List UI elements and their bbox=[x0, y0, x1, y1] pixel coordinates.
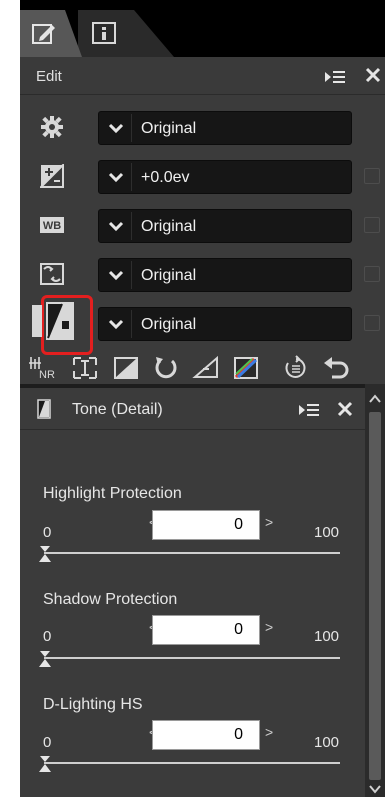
white-balance-checkbox[interactable] bbox=[364, 217, 380, 233]
dropdown-value: Original bbox=[141, 267, 197, 284]
adjust-row-tone-detail: Original bbox=[20, 302, 385, 345]
tone-detail-panel: Tone (Detail) Highlight Protection 0 < >… bbox=[20, 388, 365, 797]
tab-edit[interactable] bbox=[20, 10, 82, 57]
highlight-protection-input[interactable] bbox=[152, 510, 260, 540]
svg-text:NR: NR bbox=[39, 369, 55, 381]
dropdown-separator bbox=[131, 163, 132, 191]
tone-panel-header: Tone (Detail) bbox=[20, 388, 365, 430]
d-lighting-hs-slider[interactable] bbox=[44, 762, 340, 764]
panel-menu-icon[interactable] bbox=[298, 402, 320, 418]
picture-control-dropdown[interactable]: Original bbox=[98, 258, 352, 292]
dropdown-value: Original bbox=[141, 316, 197, 333]
section-label: Shadow Protection bbox=[43, 591, 178, 608]
slider-thumb[interactable] bbox=[38, 755, 52, 773]
edit-panel: Edit Original +0.0ev WB Original Origina… bbox=[20, 57, 385, 384]
picture-control-checkbox[interactable] bbox=[364, 266, 380, 282]
picture-control-icon[interactable] bbox=[40, 262, 64, 286]
range-min: 0 bbox=[43, 734, 52, 751]
tab-bar bbox=[20, 0, 385, 57]
info-icon bbox=[92, 22, 116, 44]
crop-icon[interactable] bbox=[71, 355, 99, 381]
range-min: 0 bbox=[43, 524, 52, 541]
range-max: 100 bbox=[314, 524, 340, 541]
adjust-row-picture-control: Original bbox=[20, 256, 385, 296]
close-icon[interactable] bbox=[364, 66, 382, 84]
adjust-row-white-balance: WB Original bbox=[20, 207, 385, 247]
white-balance-dropdown[interactable]: Original bbox=[98, 209, 352, 243]
chevron-down-icon bbox=[108, 221, 124, 232]
section-label: Highlight Protection bbox=[43, 485, 182, 502]
general-dropdown[interactable]: Original bbox=[98, 111, 352, 145]
shadow-protection-slider[interactable] bbox=[44, 657, 340, 659]
edit-toolbar: NR bbox=[20, 355, 385, 384]
dropdown-value: Original bbox=[141, 120, 197, 137]
range-min: 0 bbox=[43, 628, 52, 645]
tone-panel-title: Tone (Detail) bbox=[72, 401, 163, 418]
chevron-down-icon bbox=[108, 123, 124, 134]
close-icon[interactable] bbox=[336, 400, 354, 418]
edit-panel-title: Edit bbox=[36, 68, 62, 85]
slider-thumb[interactable] bbox=[38, 650, 52, 668]
undo-icon[interactable] bbox=[322, 355, 350, 381]
adjustment-list-icon[interactable] bbox=[282, 355, 310, 381]
white-balance-icon[interactable]: WB bbox=[40, 213, 64, 237]
dropdown-value: +0.0ev bbox=[141, 169, 190, 186]
edit-pencil-icon bbox=[32, 24, 55, 44]
chevron-down-icon bbox=[108, 319, 124, 330]
scroll-thumb[interactable] bbox=[369, 412, 381, 780]
increment-button[interactable]: > bbox=[265, 724, 273, 740]
edit-panel-header: Edit bbox=[20, 57, 385, 95]
rotate-icon[interactable] bbox=[152, 355, 180, 381]
increment-button[interactable]: > bbox=[265, 514, 273, 530]
tone-detail-dropdown[interactable]: Original bbox=[98, 307, 352, 341]
slider-thumb[interactable] bbox=[38, 545, 52, 563]
noise-reduction-icon[interactable]: NR bbox=[28, 355, 56, 381]
adjust-row-exposure: +0.0ev bbox=[20, 158, 385, 198]
scroll-down-icon[interactable] bbox=[369, 784, 381, 794]
section-label: D-Lighting HS bbox=[43, 696, 143, 713]
straighten-icon[interactable] bbox=[192, 355, 220, 381]
tone-panel-scrollbar[interactable] bbox=[365, 384, 385, 797]
shadow-protection-input[interactable] bbox=[152, 615, 260, 645]
chevron-down-icon bbox=[108, 270, 124, 281]
color-adjust-icon[interactable] bbox=[232, 355, 260, 381]
tone-detail-icon bbox=[37, 399, 51, 419]
increment-button[interactable]: > bbox=[265, 619, 273, 635]
exposure-compensation-icon[interactable] bbox=[40, 164, 64, 188]
dropdown-separator bbox=[131, 261, 132, 289]
app-window: Edit Original +0.0ev WB Original Origina… bbox=[0, 0, 385, 797]
d-lighting-hs-input[interactable] bbox=[152, 720, 260, 750]
chevron-down-icon bbox=[108, 172, 124, 183]
dropdown-separator bbox=[131, 212, 132, 240]
range-max: 100 bbox=[314, 734, 340, 751]
highlight-protection-slider[interactable] bbox=[44, 552, 340, 554]
dropdown-separator bbox=[131, 114, 132, 142]
scroll-up-icon[interactable] bbox=[369, 394, 381, 404]
svg-text:WB: WB bbox=[43, 220, 61, 232]
tone-detail-checkbox[interactable] bbox=[364, 315, 380, 331]
exposure-dropdown[interactable]: +0.0ev bbox=[98, 160, 352, 194]
range-max: 100 bbox=[314, 628, 340, 645]
tab-info[interactable] bbox=[78, 10, 174, 57]
dropdown-separator bbox=[131, 310, 132, 338]
exposure-checkbox[interactable] bbox=[364, 168, 380, 184]
gear-icon[interactable] bbox=[40, 115, 64, 139]
adjust-row-general: Original bbox=[20, 109, 385, 149]
levels-curves-icon[interactable] bbox=[112, 355, 140, 381]
tone-detail-icon[interactable] bbox=[32, 299, 84, 345]
dropdown-value: Original bbox=[141, 218, 197, 235]
panel-menu-icon[interactable] bbox=[324, 69, 346, 85]
